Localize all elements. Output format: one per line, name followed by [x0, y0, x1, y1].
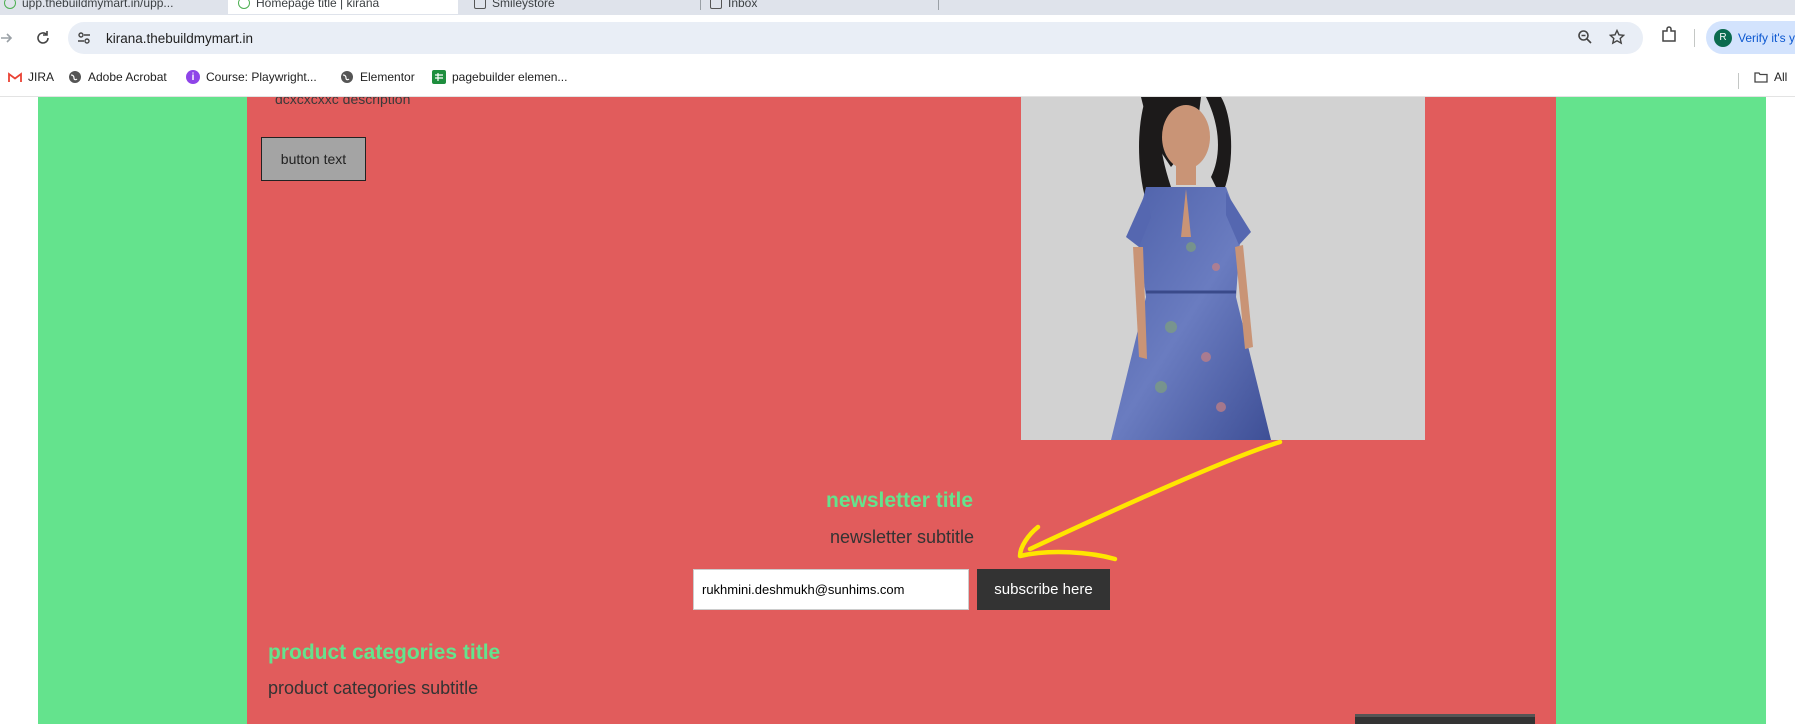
- tab-label: Inbox: [728, 0, 758, 10]
- zoom-icon[interactable]: [1576, 29, 1594, 47]
- product-categories-title: product categories title: [268, 641, 501, 664]
- tab-strip: upp.thebuildmymart.in/upp... Homepage ti…: [0, 0, 1795, 15]
- globe-icon: [340, 70, 354, 84]
- tab-label: upp.thebuildmymart.in/upp...: [22, 0, 174, 10]
- subscribe-button[interactable]: subscribe here: [977, 569, 1110, 610]
- avatar: R: [1714, 28, 1732, 47]
- sheets-icon: [432, 70, 446, 84]
- tab-homepage[interactable]: Homepage title | kirana: [228, 0, 458, 14]
- folder-icon: [1754, 70, 1768, 84]
- bookmark-label: All: [1774, 70, 1788, 84]
- tab-separator: [938, 0, 939, 10]
- tab-label: Homepage title | kirana: [256, 0, 380, 10]
- url-text[interactable]: kirana.thebuildmymart.in: [106, 31, 253, 46]
- newsletter-email-input[interactable]: [693, 569, 969, 610]
- tab-favicon-icon: [238, 0, 250, 9]
- tab-favicon-icon: [4, 0, 16, 9]
- bookmark-adobe-acrobat[interactable]: Adobe Acrobat: [68, 70, 167, 84]
- newsletter-title: newsletter title: [826, 489, 974, 512]
- bookmarks-divider: [1738, 73, 1739, 89]
- bookmark-label: Adobe Acrobat: [88, 70, 167, 84]
- hero-description: dcxcxcxxc description: [275, 97, 411, 107]
- product-categories-button[interactable]: [1355, 714, 1535, 724]
- hero-model-image: [1021, 97, 1425, 440]
- toolbar-divider: [1694, 29, 1695, 47]
- bookmark-label: JIRA: [28, 70, 55, 84]
- tab-favicon-icon: [710, 0, 722, 9]
- verify-label: Verify it's y: [1738, 30, 1795, 45]
- page-viewport: dcxcxcxxc description button text newsle…: [0, 97, 1795, 724]
- tab-favicon-icon: [474, 0, 486, 9]
- extensions-icon[interactable]: [1658, 26, 1680, 48]
- bookmark-pagebuilder[interactable]: pagebuilder elemen...: [432, 70, 567, 84]
- forward-arrow-icon[interactable]: [0, 25, 20, 51]
- site-settings-icon[interactable]: [76, 30, 92, 46]
- bookmark-label: Course: Playwright...: [206, 70, 317, 84]
- reload-icon[interactable]: [30, 25, 56, 51]
- bookmarks-bar: JIRA Adobe Acrobat i Course: Playwright.…: [0, 62, 1795, 97]
- bookmark-jira[interactable]: JIRA: [8, 70, 54, 84]
- bookmark-label: pagebuilder elemen...: [452, 70, 568, 84]
- tab-smileystore[interactable]: Smileystore: [470, 0, 690, 14]
- tab-inbox[interactable]: Inbox: [710, 0, 930, 14]
- bookmark-label: Elementor: [360, 70, 415, 84]
- bookmark-star-icon[interactable]: [1608, 28, 1626, 47]
- profile-verify-button[interactable]: R Verify it's y: [1706, 21, 1795, 54]
- globe-icon: [68, 70, 82, 84]
- browser-toolbar: kirana.thebuildmymart.in R Verify it's y: [0, 15, 1795, 62]
- address-bar[interactable]: kirana.thebuildmymart.in: [68, 22, 1643, 54]
- tab-separator: [700, 0, 701, 10]
- newsletter-subtitle: newsletter subtitle: [830, 527, 975, 547]
- product-categories-subtitle: product categories subtitle: [268, 678, 479, 698]
- tab-label: Smileystore: [492, 0, 555, 10]
- tab-upp[interactable]: upp.thebuildmymart.in/upp...: [0, 0, 220, 14]
- bookmark-elementor[interactable]: Elementor: [340, 70, 415, 84]
- course-icon: i: [186, 70, 200, 84]
- gmail-icon: [8, 70, 22, 84]
- bookmark-course[interactable]: i Course: Playwright...: [186, 70, 317, 84]
- hero-button[interactable]: button text: [261, 137, 366, 181]
- all-bookmarks[interactable]: All: [1754, 70, 1787, 84]
